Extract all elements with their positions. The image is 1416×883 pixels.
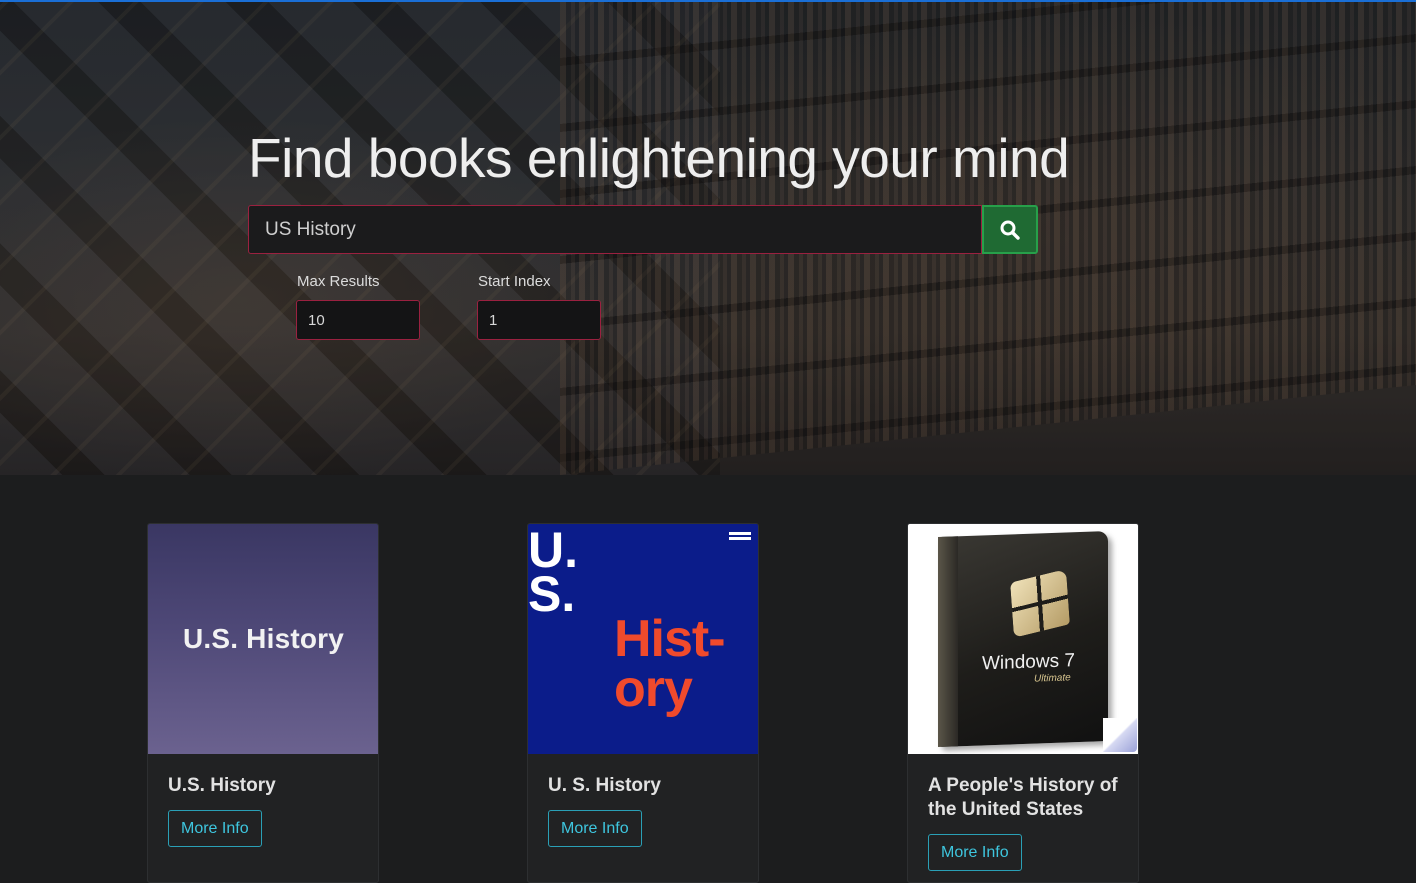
- edition-text: Ultimate: [1034, 672, 1071, 685]
- cover-history-text: Hist- ory: [614, 610, 726, 718]
- page-curl-icon: [1103, 718, 1137, 752]
- book-title: U. S. History: [548, 775, 661, 796]
- start-index-input[interactable]: [477, 300, 601, 340]
- search-button[interactable]: [982, 205, 1038, 254]
- cover-title-text: U.S. History: [182, 623, 345, 654]
- page-title: Find books enlightening your mind: [248, 127, 1070, 189]
- search-input[interactable]: [248, 205, 982, 254]
- book-cover-image[interactable]: U. S. Hist- ory: [528, 524, 758, 754]
- book-title: U.S. History: [168, 775, 276, 796]
- more-info-button[interactable]: More Info: [928, 834, 1022, 871]
- book-cover-image[interactable]: U.S. History: [148, 524, 378, 754]
- max-results-input[interactable]: [296, 300, 420, 340]
- start-index-label: Start Index: [478, 273, 551, 290]
- book-card: Windows 7 Ultimate A People's History of…: [907, 523, 1139, 883]
- book-title: A People's History of the United States: [928, 775, 1118, 820]
- search-icon: [1000, 220, 1020, 240]
- windows-logo-icon: [1010, 568, 1070, 638]
- book-cover-image[interactable]: Windows 7 Ultimate: [908, 524, 1138, 754]
- book-card: U.S. History U.S. History More Info: [147, 523, 379, 883]
- book-card: U. S. Hist- ory U. S. History More Info: [527, 523, 759, 883]
- publisher-logo: [729, 530, 751, 542]
- software-box-image: Windows 7 Ultimate: [938, 531, 1108, 747]
- more-info-button[interactable]: More Info: [548, 810, 642, 847]
- box-spine: [938, 536, 958, 747]
- top-accent-line: [0, 0, 1416, 2]
- more-info-button[interactable]: More Info: [168, 810, 262, 847]
- max-results-label: Max Results: [297, 273, 380, 290]
- cover-us-text: U. S.: [528, 524, 578, 622]
